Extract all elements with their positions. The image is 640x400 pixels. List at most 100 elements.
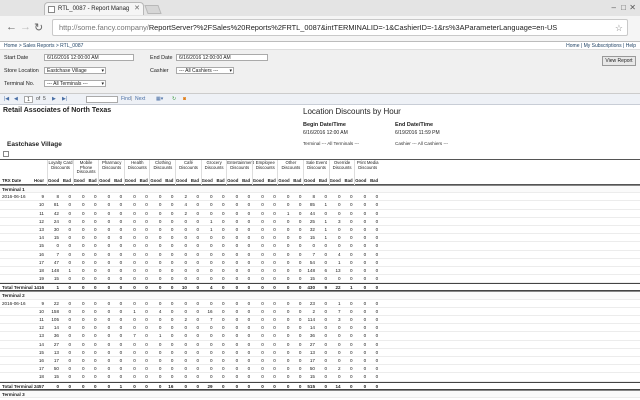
value-cell: 0 [170, 202, 174, 208]
close-icon[interactable]: ✕ [134, 3, 140, 15]
value-cell: 0 [235, 366, 239, 372]
reload-icon[interactable]: ↻ [34, 21, 43, 34]
end-date-value: 6/19/2016 11:59 PM [395, 130, 440, 136]
breadcrumb[interactable]: Home > Sales Reports > RTL_0087 [4, 43, 83, 49]
start-date-input[interactable]: 6/16/2016 12:00:00 AM [44, 54, 134, 61]
prev-page-icon[interactable]: ◀ [14, 94, 18, 104]
col-bad: Bad [293, 178, 302, 183]
value-cell: 0 [107, 366, 111, 372]
value-cell: 0 [94, 251, 97, 257]
value-cell: 0 [170, 276, 174, 282]
address-bar[interactable]: http://some.fancy.company/ReportServer?%… [52, 19, 628, 36]
value-cell: 0 [363, 235, 367, 241]
value-cell: 0 [184, 357, 187, 363]
value-cell: 0 [342, 398, 353, 400]
value-cell: 0 [184, 300, 187, 306]
value-cell: 0 [107, 349, 111, 355]
terminal-select[interactable]: --- All Terminals --- [44, 80, 106, 87]
next-link[interactable]: Next [135, 94, 145, 104]
value-cell: 0 [261, 357, 264, 363]
end-date-input[interactable]: 6/16/2016 12:00:00 AM [176, 54, 268, 61]
value-cell: 148 [51, 267, 59, 273]
store-location-select[interactable]: Eastchase Village [44, 67, 106, 74]
find-link[interactable]: Find [121, 94, 131, 104]
value-cell: 0 [133, 349, 136, 355]
value-cell: 1 [324, 226, 327, 232]
value-cell: 0 [111, 398, 123, 400]
bookmark-star-icon[interactable]: ☆ [615, 20, 623, 35]
value-cell: 0 [338, 226, 341, 232]
value-cell: 0 [363, 259, 367, 265]
rss-icon[interactable]: ◙ [183, 94, 186, 104]
value-cell: 0 [145, 325, 148, 331]
value-cell: 0 [107, 308, 111, 314]
value-cell: 0 [375, 218, 379, 224]
value-cell: 0 [210, 243, 213, 249]
forward-icon[interactable]: → [20, 21, 31, 33]
value-cell: 1 [338, 300, 341, 306]
value-cell: 8 [312, 194, 315, 200]
table-row: 15 13 0 0 0 0 0 0 0 0 0 0 0 0 0 0 0 0 0 0 0 13 0 0 0 0 0 [0, 349, 640, 357]
value-cell: 0 [94, 243, 97, 249]
value-cell: 0 [363, 341, 367, 347]
value-cell: 0 [170, 259, 174, 265]
value-cell: 0 [273, 325, 276, 331]
export-icon[interactable]: ▦▾ [156, 94, 163, 104]
value-cell: 0 [196, 251, 199, 257]
next-page-icon[interactable]: ▶ [52, 94, 56, 104]
value-cell: 0 [133, 251, 136, 257]
view-report-button[interactable]: View Report [602, 56, 636, 66]
value-cell: 0 [298, 374, 302, 380]
value-cell: 0 [235, 333, 239, 339]
value-cell: 0 [133, 341, 136, 347]
first-page-icon[interactable]: |◀ [4, 94, 9, 104]
value-cell: 0 [273, 374, 276, 380]
value-cell: 0 [273, 202, 276, 208]
table-row: 2016-06-16 9 22 0 0 0 0 0 0 0 0 0 0 0 0 0 0 0 0 0 0 0 23 0 1 0 0 0 [0, 300, 640, 308]
back-icon[interactable]: ← [6, 21, 17, 33]
value-cell: 0 [235, 325, 239, 331]
value-cell: 0 [235, 235, 239, 241]
find-input[interactable] [86, 96, 118, 103]
value-cell: 0 [298, 267, 302, 273]
new-tab-button[interactable] [144, 5, 162, 14]
value-cell: 158 [51, 308, 59, 314]
value-cell: 0 [74, 398, 85, 400]
last-page-icon[interactable]: ▶| [62, 94, 67, 104]
value-cell: 0 [363, 308, 367, 314]
value-cell: 0 [235, 267, 239, 273]
value-cell: 0 [119, 243, 123, 249]
close-window-icon[interactable]: ✕ [629, 3, 636, 12]
value-cell: 54 [309, 259, 315, 265]
value-cell: 0 [119, 267, 123, 273]
minimize-icon[interactable]: – [612, 3, 616, 12]
value-cell: 0 [261, 308, 264, 314]
value-cell: 7 [133, 333, 136, 339]
value-cell: 0 [94, 325, 97, 331]
value-cell: 0 [261, 259, 264, 265]
value-cell: 0 [375, 325, 379, 331]
value-cell: 0 [286, 226, 290, 232]
value-cell: 0 [82, 202, 85, 208]
value-cell: 0 [222, 218, 225, 224]
value-cell: 0 [324, 251, 327, 257]
refresh-icon[interactable]: ↻ [172, 94, 176, 104]
value-cell: 0 [158, 374, 162, 380]
value-cell: 0 [107, 194, 111, 200]
cashier-select[interactable]: --- All Cashiers --- [176, 67, 234, 74]
value-cell: 0 [286, 374, 290, 380]
value-cell: 0 [170, 243, 174, 249]
value-cell: 0 [107, 300, 111, 306]
hour-cell: 16 [38, 357, 44, 363]
maximize-icon[interactable]: □ [621, 3, 626, 12]
page-input[interactable]: 1 [24, 96, 33, 103]
value-cell: 0 [107, 259, 111, 265]
browser-tab[interactable]: RTL_0087 - Report Manag ✕ [44, 2, 144, 15]
value-cell: 0 [82, 366, 85, 372]
top-links[interactable]: Home | My Subscriptions | Help [566, 42, 636, 50]
value-cell: 0 [196, 325, 199, 331]
value-cell: 0 [286, 243, 290, 249]
value-cell: 0 [119, 333, 123, 339]
col-trx-date: TRX Date [2, 178, 22, 183]
value-cell: 15 [309, 374, 315, 380]
